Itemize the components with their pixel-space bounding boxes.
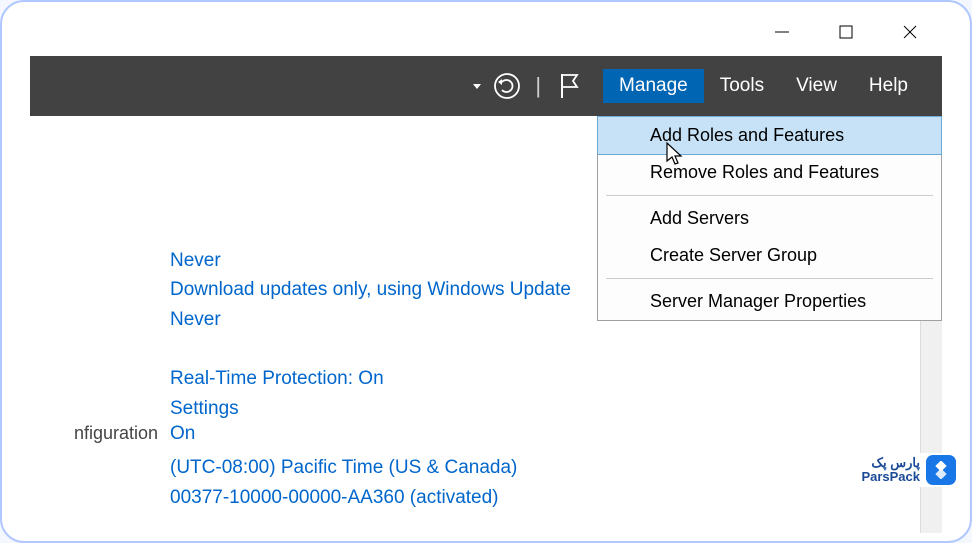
- maximize-button[interactable]: [836, 22, 856, 42]
- menu-separator: [606, 278, 933, 279]
- menu-view[interactable]: View: [780, 69, 853, 103]
- watermark: پارس پک ParsPack: [857, 453, 960, 487]
- flag-icon[interactable]: [555, 71, 581, 101]
- toolbar-divider: |: [535, 73, 541, 99]
- settings-link[interactable]: Settings: [170, 394, 942, 423]
- menu-server-manager-properties[interactable]: Server Manager Properties: [598, 283, 941, 320]
- manage-menu-dropdown: Add Roles and Features Remove Roles and …: [597, 116, 942, 321]
- menu-add-roles-features[interactable]: Add Roles and Features: [597, 116, 942, 155]
- menu-bar: | Manage Tools View Help: [30, 56, 942, 116]
- product-id-value[interactable]: 00377-10000-00000-AA360 (activated): [170, 483, 942, 512]
- menu-help[interactable]: Help: [853, 69, 924, 103]
- configuration-label: nfiguration: [30, 423, 170, 444]
- watermark-logo-icon: [926, 455, 956, 485]
- minimize-button[interactable]: [772, 22, 792, 42]
- window-controls: [772, 22, 920, 42]
- close-button[interactable]: [900, 22, 920, 42]
- menu-remove-roles-features[interactable]: Remove Roles and Features: [598, 154, 941, 191]
- menu-separator: [606, 195, 933, 196]
- watermark-fa: پارس پک: [861, 456, 920, 470]
- watermark-en: ParsPack: [861, 470, 920, 484]
- menu-tools[interactable]: Tools: [704, 69, 780, 103]
- realtime-protection-status[interactable]: Real-Time Protection: On: [170, 364, 942, 393]
- menu-add-servers[interactable]: Add Servers: [598, 200, 941, 237]
- menu-create-server-group[interactable]: Create Server Group: [598, 237, 941, 274]
- timezone-value[interactable]: (UTC-08:00) Pacific Time (US & Canada): [170, 453, 942, 482]
- dropdown-arrow-icon[interactable]: [471, 80, 483, 92]
- refresh-icon[interactable]: [493, 72, 521, 100]
- configuration-status[interactable]: On: [170, 423, 195, 445]
- menu-manage[interactable]: Manage: [603, 69, 704, 103]
